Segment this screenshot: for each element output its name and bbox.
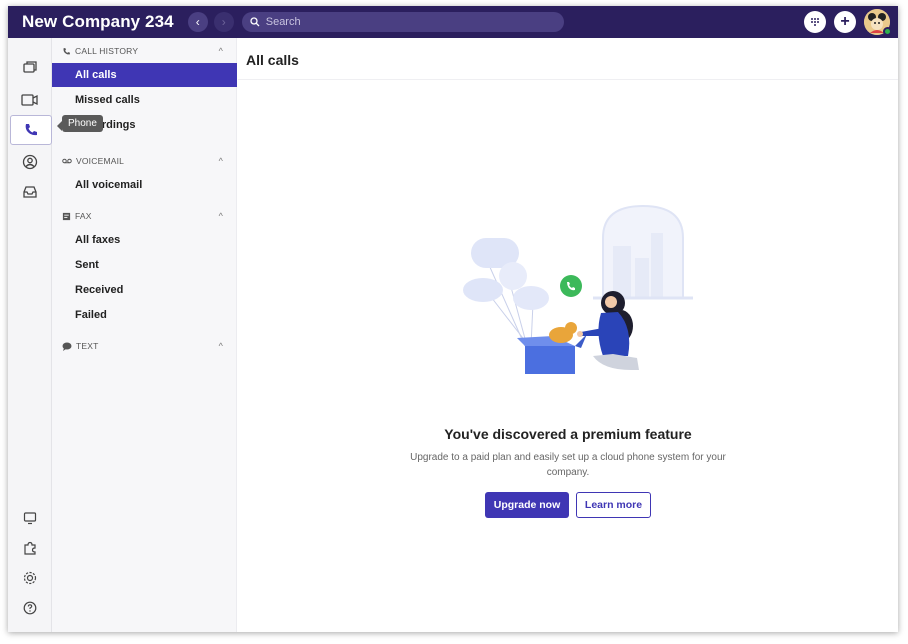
top-right-controls: +	[796, 9, 890, 35]
rail-phone[interactable]	[10, 115, 52, 145]
rail-contacts[interactable]	[14, 148, 46, 176]
search-input[interactable]: Search	[241, 12, 564, 32]
rail-chat[interactable]	[14, 54, 46, 82]
section-voicemail-title: VOICEMAIL	[76, 156, 125, 166]
page-title: All calls	[246, 52, 299, 68]
section-fax[interactable]: FAX ^	[52, 206, 237, 226]
rail-settings[interactable]	[14, 564, 46, 592]
nav-failed[interactable]: Failed	[52, 303, 237, 327]
video-icon	[21, 94, 38, 106]
contacts-icon	[22, 154, 38, 170]
learn-more-button[interactable]: Learn more	[576, 492, 651, 518]
rail-apps[interactable]	[14, 534, 46, 562]
message-icon	[62, 342, 72, 351]
section-fax-title: FAX	[75, 211, 92, 221]
nav-rail	[8, 38, 52, 632]
display-icon	[23, 512, 37, 525]
top-bar: New Company 234 ‹ › Search +	[8, 6, 898, 38]
section-text-title: TEXT	[76, 341, 99, 351]
presence-indicator	[883, 27, 892, 36]
rail-help[interactable]	[14, 594, 46, 622]
add-button[interactable]: +	[834, 11, 856, 33]
inbox-icon	[23, 186, 37, 198]
forward-button[interactable]: ›	[213, 12, 234, 32]
upgrade-now-button[interactable]: Upgrade now	[485, 492, 569, 518]
puzzle-icon	[24, 541, 36, 555]
section-text[interactable]: TEXT ^	[52, 336, 237, 356]
rail-inbox[interactable]	[14, 178, 46, 206]
phone-icon	[25, 124, 37, 136]
chevron-up-icon[interactable]: ^	[219, 341, 223, 351]
fax-icon	[62, 212, 71, 220]
back-button[interactable]: ‹	[187, 12, 208, 32]
premium-illustration	[463, 204, 693, 374]
nav-missed-calls[interactable]: Missed calls	[52, 88, 237, 112]
dialpad-button[interactable]	[804, 11, 826, 33]
nav-all-voicemail[interactable]: All voicemail	[52, 173, 237, 197]
section-call-history-title: CALL HISTORY	[75, 46, 139, 56]
app-window: New Company 234 ‹ › Search + Phone CALL …	[8, 6, 898, 632]
rail-display[interactable]	[14, 504, 46, 532]
nav-received[interactable]: Received	[52, 278, 237, 302]
dialpad-icon	[811, 18, 819, 26]
gear-icon	[23, 571, 37, 585]
help-icon	[23, 601, 37, 615]
header-divider	[238, 79, 898, 80]
phone-tooltip: Phone	[57, 115, 103, 132]
premium-heading: You've discovered a premium feature	[444, 426, 692, 442]
main-content: All calls You've discovered a premium fe…	[238, 38, 898, 632]
chevron-right-icon: ›	[221, 15, 226, 29]
rail-video[interactable]	[14, 86, 46, 114]
chevron-up-icon[interactable]: ^	[219, 156, 223, 166]
company-name[interactable]: New Company 234	[22, 12, 174, 32]
nav-all-calls[interactable]: All calls	[52, 63, 237, 87]
search-placeholder: Search	[265, 16, 301, 28]
chevron-up-icon[interactable]: ^	[219, 46, 223, 56]
phone-icon	[63, 47, 70, 54]
chevron-up-icon[interactable]: ^	[219, 211, 223, 221]
nav-sent[interactable]: Sent	[52, 253, 237, 277]
voicemail-icon	[62, 158, 72, 164]
search-icon	[250, 17, 260, 27]
chevron-left-icon: ‹	[195, 15, 200, 29]
nav-all-faxes[interactable]: All faxes	[52, 228, 237, 252]
section-voicemail[interactable]: VOICEMAIL ^	[52, 151, 237, 171]
chat-icon	[23, 61, 37, 73]
premium-subtext: Upgrade to a paid plan and easily set up…	[410, 452, 726, 478]
section-call-history[interactable]: CALL HISTORY ^	[52, 41, 237, 61]
